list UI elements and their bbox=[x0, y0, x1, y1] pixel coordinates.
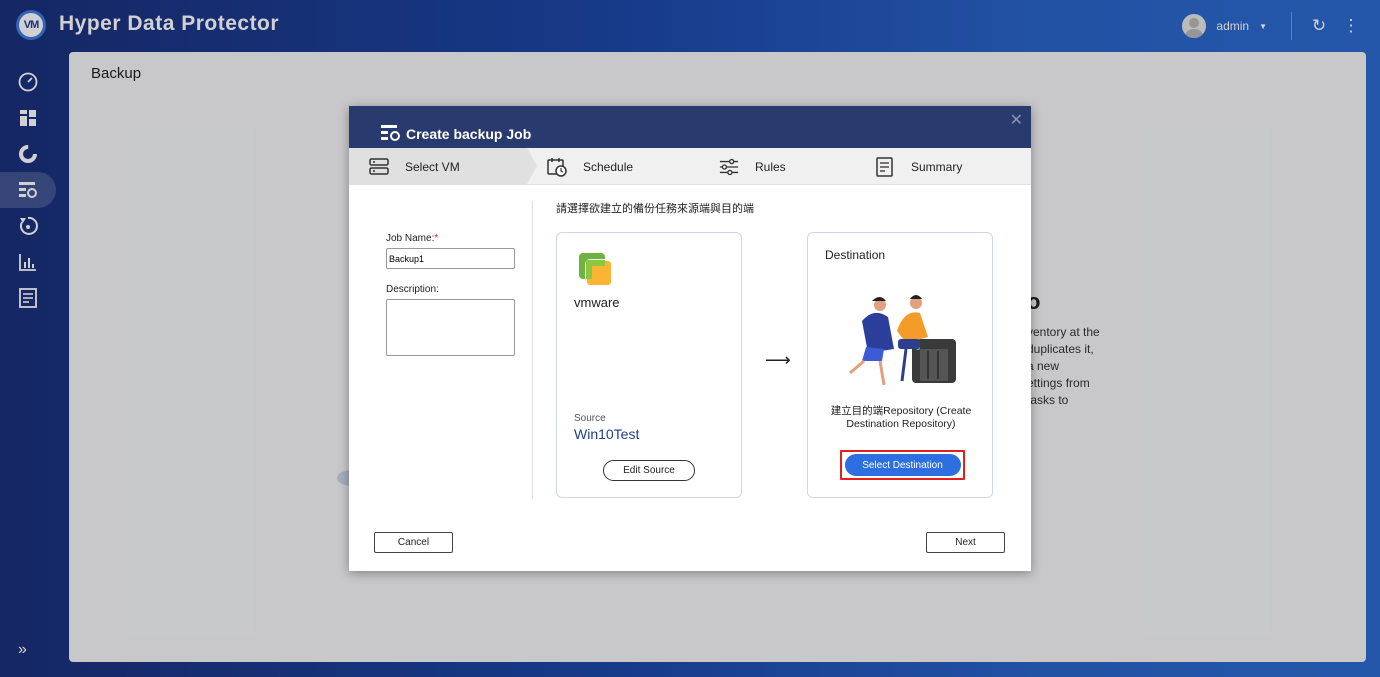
edit-source-button[interactable]: Edit Source bbox=[603, 460, 695, 481]
source-card: vmware Source Win10Test Edit Source bbox=[556, 232, 742, 498]
step-label: Select VM bbox=[405, 159, 460, 174]
step-label: Schedule bbox=[583, 159, 634, 174]
vmware-logo-icon bbox=[579, 253, 613, 287]
summary-document-icon bbox=[876, 156, 893, 177]
step-label: Rules bbox=[755, 159, 786, 174]
description-label: Description: bbox=[386, 284, 439, 295]
server-icon bbox=[369, 157, 389, 175]
destination-description: 建立目的端Repository (Create Destination Repo… bbox=[830, 405, 972, 430]
dialog-header: Create backup Job ✕ bbox=[349, 106, 1031, 148]
step-rules[interactable]: Rules bbox=[719, 148, 786, 185]
backup-job-icon bbox=[381, 125, 400, 141]
description-textarea[interactable] bbox=[386, 299, 515, 356]
job-name-label: Job Name:* bbox=[386, 233, 439, 244]
destination-illustration-icon bbox=[849, 295, 956, 386]
next-button[interactable]: Next bbox=[926, 532, 1005, 553]
job-name-input[interactable] bbox=[386, 248, 515, 269]
step-select-vm[interactable]: Select VM bbox=[369, 148, 460, 185]
sliders-icon bbox=[719, 158, 739, 175]
step-label: Summary bbox=[911, 159, 963, 174]
create-backup-job-dialog: Create backup Job ✕ Select VM Schedule R… bbox=[349, 106, 1031, 571]
step-summary[interactable]: Summary bbox=[875, 148, 962, 185]
vmware-label: vmware bbox=[574, 295, 620, 310]
cancel-button[interactable]: Cancel bbox=[374, 532, 453, 553]
destination-card: Destination 建立目的端Repository (Create Dest… bbox=[807, 232, 993, 498]
source-value: Win10Test bbox=[574, 426, 640, 442]
destination-title: Destination bbox=[825, 248, 886, 262]
source-label: Source bbox=[574, 413, 606, 424]
select-destination-highlight: Select Destination bbox=[840, 450, 965, 480]
wizard-steps: Select VM Schedule Rules Summary bbox=[349, 148, 1031, 185]
arrow-right-icon: ⟶ bbox=[765, 350, 791, 370]
required-marker: * bbox=[434, 233, 439, 244]
close-icon[interactable]: ✕ bbox=[1010, 110, 1023, 130]
select-destination-button[interactable]: Select Destination bbox=[844, 454, 961, 476]
dialog-title: Create backup Job bbox=[406, 126, 532, 142]
form-divider bbox=[532, 201, 533, 499]
calendar-clock-icon bbox=[547, 157, 567, 177]
instruction-text: 請選擇欲建立的備份任務來源端與目的端 bbox=[556, 203, 754, 215]
step-schedule[interactable]: Schedule bbox=[547, 148, 633, 185]
